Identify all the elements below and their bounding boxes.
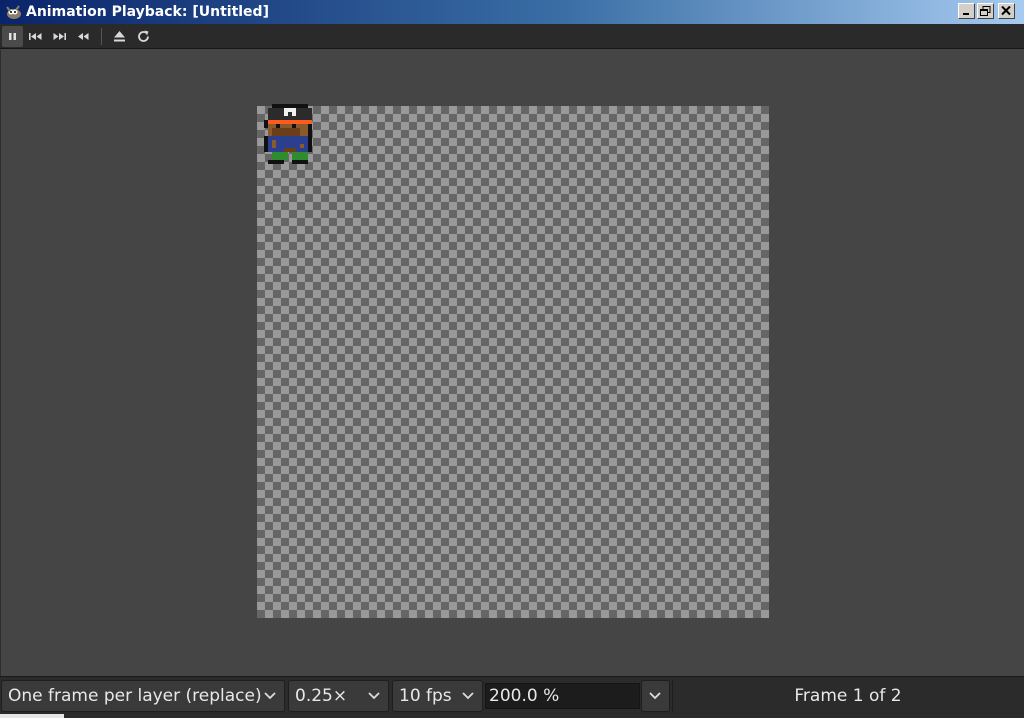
playback-status-bar: One frame per layer (replace) 0.25× 10 f… bbox=[0, 676, 1024, 718]
minimize-button[interactable] bbox=[958, 3, 975, 19]
frame-indicator: Frame 1 of 2 bbox=[672, 680, 1023, 712]
window-title: Animation Playback: [Untitled] bbox=[26, 4, 269, 20]
skip-to-start-icon bbox=[29, 33, 42, 40]
window-bottom-edge bbox=[0, 714, 64, 718]
detach-button[interactable] bbox=[109, 26, 130, 47]
reload-button[interactable] bbox=[133, 26, 154, 47]
speed-label: 0.25× bbox=[295, 686, 348, 706]
restore-icon bbox=[980, 6, 991, 16]
skip-to-end-icon bbox=[53, 33, 66, 40]
framerate-select[interactable]: 10 fps bbox=[392, 680, 483, 712]
rewind-icon bbox=[78, 33, 89, 40]
chevron-down-icon bbox=[649, 692, 661, 700]
chevron-down-icon bbox=[462, 692, 474, 700]
framerate-label: 10 fps bbox=[399, 686, 452, 706]
rewind-button[interactable] bbox=[73, 26, 94, 47]
transparent-canvas[interactable] bbox=[257, 106, 769, 618]
minimize-icon bbox=[963, 13, 969, 15]
pirate-sprite bbox=[264, 104, 312, 164]
chevron-down-icon bbox=[368, 692, 380, 700]
speed-select[interactable]: 0.25× bbox=[288, 680, 389, 712]
pause-icon bbox=[9, 33, 16, 40]
last-frame-button[interactable] bbox=[49, 26, 70, 47]
playback-toolbar bbox=[0, 24, 1024, 49]
gimp-wilber-icon bbox=[6, 5, 21, 19]
chevron-down-icon bbox=[264, 692, 276, 700]
eject-icon bbox=[114, 31, 125, 42]
first-frame-button[interactable] bbox=[25, 26, 46, 47]
frame-mode-select[interactable]: One frame per layer (replace) bbox=[1, 680, 285, 712]
restore-button[interactable] bbox=[977, 3, 994, 19]
title-bar: Animation Playback: [Untitled] bbox=[0, 0, 1024, 24]
frame-mode-label: One frame per layer (replace) bbox=[8, 686, 262, 706]
refresh-icon bbox=[138, 30, 149, 42]
toolbar-separator bbox=[101, 28, 102, 45]
playback-viewport[interactable] bbox=[0, 50, 1024, 676]
zoom-input[interactable]: 200.0 % bbox=[485, 683, 640, 709]
pause-button[interactable] bbox=[2, 26, 23, 47]
close-icon bbox=[1001, 6, 1011, 16]
zoom-dropdown-button[interactable] bbox=[641, 680, 670, 712]
close-button[interactable] bbox=[998, 3, 1015, 19]
